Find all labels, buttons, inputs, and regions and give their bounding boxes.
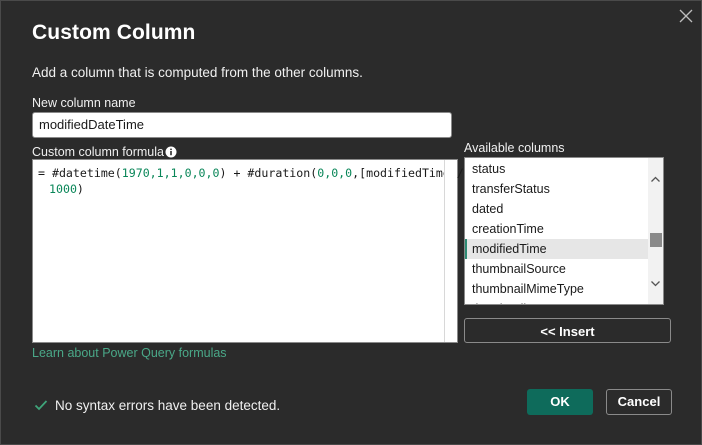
scrollbar-thumb[interactable]	[650, 233, 662, 247]
check-icon	[34, 400, 48, 411]
list-item[interactable]: creationTime	[465, 219, 649, 239]
list-item-selected[interactable]: modifiedTime	[465, 239, 649, 259]
list-item[interactable]: dated	[465, 199, 649, 219]
formula-token-number: 1970,1,1,0,0,0	[121, 166, 220, 180]
new-column-name-input[interactable]	[32, 112, 452, 138]
syntax-status-text: No syntax errors have been detected.	[55, 398, 281, 413]
custom-column-formula-label: Custom column formula	[32, 145, 164, 159]
formula-scrollbar[interactable]	[444, 160, 457, 342]
chevron-up-icon[interactable]	[650, 174, 661, 185]
available-columns-label: Available columns	[464, 141, 565, 155]
chevron-down-icon[interactable]	[650, 278, 661, 289]
formula-token-number: 1000	[49, 181, 77, 196]
list-item[interactable]: status	[465, 159, 649, 179]
formula-editor[interactable]: = #datetime(1970,1,1,0,0,0) + #duration(…	[32, 159, 464, 343]
custom-column-dialog: Custom Column Add a column that is compu…	[0, 0, 702, 445]
close-icon[interactable]	[677, 7, 695, 25]
dialog-description: Add a column that is computed from the o…	[32, 65, 363, 80]
info-icon[interactable]	[165, 146, 177, 158]
dialog-title: Custom Column	[32, 21, 196, 44]
cancel-button[interactable]: Cancel	[606, 389, 672, 415]
list-item[interactable]: transferStatus	[465, 179, 649, 199]
list-item[interactable]: thumbnail	[465, 299, 649, 304]
available-columns-list[interactable]: status transferStatus dated creationTime…	[464, 157, 664, 305]
list-item[interactable]: thumbnailSource	[465, 259, 649, 279]
formula-token: = #datetime(	[38, 166, 122, 180]
new-column-name-label: New column name	[32, 96, 136, 110]
learn-power-query-link[interactable]: Learn about Power Query formulas	[32, 346, 227, 360]
list-item[interactable]: thumbnailMimeType	[465, 279, 649, 299]
insert-button[interactable]: << Insert	[464, 318, 671, 343]
formula-token: )	[76, 181, 84, 196]
formula-token: ) + #duration(	[219, 166, 318, 180]
formula-token-number: 0,0,0	[317, 166, 353, 180]
available-columns-scrollbar[interactable]	[648, 158, 663, 304]
ok-button[interactable]: OK	[527, 389, 593, 415]
formula-text[interactable]: = #datetime(1970,1,1,0,0,0) + #duration(…	[38, 166, 464, 197]
